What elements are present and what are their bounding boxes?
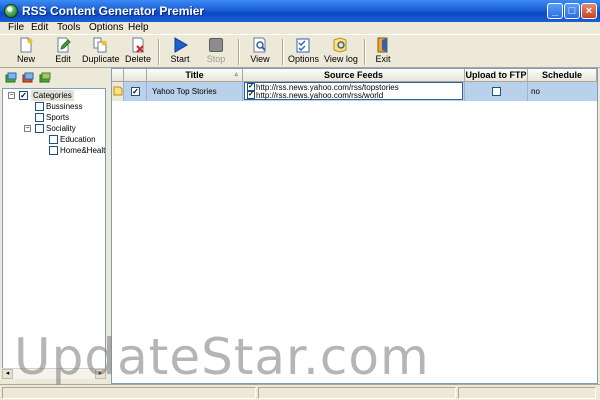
stop-icon (209, 38, 223, 52)
window-title: RSS Content Generator Premier (22, 4, 205, 18)
tree-item-sports[interactable]: Sports (46, 112, 69, 123)
column-header-upload-ftp[interactable]: Upload to FTP (465, 69, 528, 82)
feed-checkbox[interactable]: ✓ (247, 83, 255, 91)
column-header-title[interactable]: Title ▵ (147, 69, 243, 82)
title-bar: RSS Content Generator Premier _ □ × (0, 0, 600, 22)
menu-edit[interactable]: Edit (31, 22, 48, 34)
view-log-button[interactable]: View log (324, 37, 358, 67)
category-checkbox[interactable] (35, 124, 44, 133)
menu-options[interactable]: Options (89, 22, 123, 34)
tree-item-home-health[interactable]: Home&Health (60, 145, 105, 156)
feed-url: http://rss.news.yahoo.com/rss/world (256, 91, 384, 100)
view-log-icon (333, 37, 347, 53)
new-icon (20, 37, 33, 53)
duplicate-button[interactable]: Duplicate (82, 37, 120, 67)
view-button[interactable]: View (246, 37, 274, 67)
new-label: New (16, 54, 35, 64)
tree-item-bussiness[interactable]: Bussiness (46, 101, 82, 112)
stop-button[interactable]: Stop (202, 37, 230, 67)
category-checkbox[interactable] (49, 146, 58, 155)
row-upload-ftp-cell (465, 82, 528, 101)
category-toolbar (0, 68, 108, 88)
minimize-button[interactable]: _ (547, 3, 563, 19)
menu-bar: File Edit Tools Options Help (0, 22, 600, 34)
source-feeds-list[interactable]: ✓ http://rss.news.yahoo.com/rss/topstorie… (244, 82, 463, 100)
expand-toggle[interactable]: − (8, 92, 15, 99)
row-title: Yahoo Top Stories (152, 87, 217, 96)
row-schedule-cell: no (528, 82, 597, 101)
view-icon (253, 37, 266, 53)
app-icon[interactable] (4, 4, 18, 18)
expand-toggle[interactable]: − (24, 125, 31, 132)
tree-root-categories[interactable]: Categories (31, 90, 74, 101)
toolbar-separator (158, 39, 160, 65)
row-icon-header (112, 69, 124, 82)
source-feed-item[interactable]: ✓ http://rss.news.yahoo.com/rss/world (247, 91, 383, 100)
duplicate-label: Duplicate (82, 54, 120, 64)
toolbar-separator (282, 39, 284, 65)
view-label: View (250, 54, 270, 64)
status-panel (258, 387, 456, 399)
row-source-feeds-cell: ✓ http://rss.news.yahoo.com/rss/topstorie… (243, 82, 465, 101)
tree-item-sociality[interactable]: Sociality (46, 123, 76, 134)
edit-button[interactable]: Edit (50, 37, 76, 67)
category-checkbox[interactable] (35, 113, 44, 122)
exit-button[interactable]: Exit (370, 37, 396, 67)
delete-icon (132, 37, 144, 53)
start-button[interactable]: Start (166, 37, 194, 67)
toolbar-separator (364, 39, 366, 65)
menu-tools[interactable]: Tools (57, 22, 80, 34)
new-button[interactable]: New (12, 37, 40, 67)
column-title-label: Title (185, 70, 204, 80)
main-toolbar: New Edit Duplicate Delete Start Stop Vie… (0, 34, 600, 68)
delete-button[interactable]: Delete (124, 37, 152, 67)
options-icon (296, 38, 310, 53)
row-schedule: no (531, 87, 540, 96)
checkbox-header (124, 69, 147, 82)
row-checkbox-cell: ✓ (124, 82, 147, 101)
sort-indicator-icon: ▵ (234, 71, 238, 78)
edit-icon (57, 37, 71, 53)
category-checkbox[interactable] (35, 102, 44, 111)
tree-item-education[interactable]: Education (60, 134, 96, 145)
menu-file[interactable]: File (8, 22, 24, 34)
table-row[interactable]: ✓ Yahoo Top Stories ✓ http://rss.news.yah… (112, 82, 597, 101)
start-label: Start (170, 54, 190, 64)
row-indicator-cell (112, 82, 124, 101)
column-header-source-feeds[interactable]: Source Feeds (243, 69, 465, 82)
feed-checkbox[interactable]: ✓ (247, 91, 255, 99)
start-icon (174, 37, 188, 53)
toolbar-separator (238, 39, 240, 65)
maximize-button[interactable]: □ (564, 3, 580, 19)
column-header-schedule[interactable]: Schedule (528, 69, 597, 82)
options-button[interactable]: Options (288, 37, 320, 67)
category-checkbox[interactable] (49, 135, 58, 144)
exit-label: Exit (375, 54, 391, 64)
stop-label: Stop (206, 54, 226, 64)
options-label: Options (288, 54, 320, 64)
close-button[interactable]: × (581, 3, 597, 19)
watermark: UpdateStar.com (14, 328, 430, 386)
duplicate-icon (93, 37, 107, 53)
edit-label: Edit (55, 54, 71, 64)
row-item-icon (113, 86, 123, 96)
delete-label: Delete (124, 54, 151, 64)
edit-category-icon[interactable] (22, 72, 34, 84)
menu-help[interactable]: Help (128, 22, 149, 34)
upload-ftp-checkbox[interactable] (492, 87, 501, 96)
add-category-icon[interactable] (5, 72, 17, 84)
scroll-left-button[interactable]: ◂ (2, 369, 13, 379)
status-panel (458, 387, 596, 399)
exit-icon (377, 37, 388, 53)
delete-category-icon[interactable] (39, 72, 51, 84)
row-enabled-checkbox[interactable]: ✓ (131, 87, 140, 96)
row-title-cell: Yahoo Top Stories (147, 82, 243, 101)
category-checkbox[interactable]: ✓ (19, 91, 28, 100)
status-panel (2, 387, 256, 399)
view-log-label: View log (324, 54, 358, 64)
